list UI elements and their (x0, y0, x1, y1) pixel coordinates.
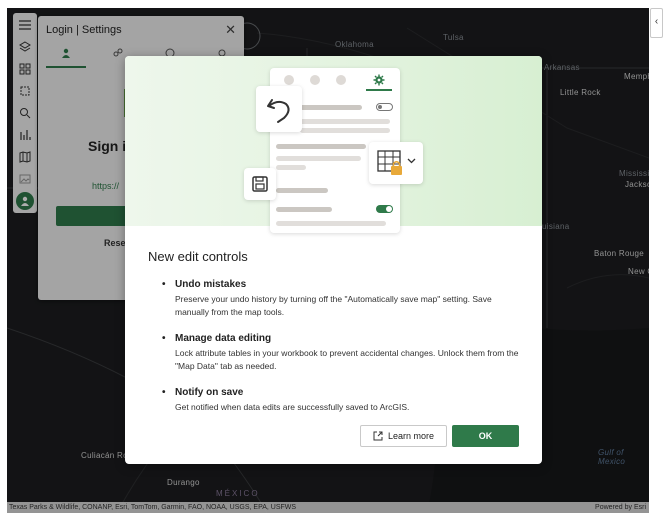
dialog-title: New edit controls (148, 249, 248, 264)
illustration-bar (300, 105, 362, 110)
illustration-bar (276, 144, 366, 149)
feature-heading: Manage data editing (175, 333, 272, 344)
gear-icon (366, 71, 392, 91)
ok-button[interactable]: OK (452, 425, 519, 447)
illustration-dot (336, 75, 346, 85)
feature-item-manage-data: • Manage data editing Lock attribute tabl… (162, 333, 522, 373)
external-link-icon (373, 431, 383, 441)
illustration-bar (276, 221, 386, 226)
dialog-hero-illustration (125, 56, 542, 233)
table-lock-icon (369, 142, 423, 184)
toggle-on-icon (376, 205, 393, 213)
undo-icon (256, 86, 302, 132)
feature-description: Get notified when data edits are success… (175, 402, 410, 412)
feature-item-notify: • Notify on save Get notified when data e… (162, 387, 522, 414)
illustration-bar (276, 207, 332, 212)
bullet: • (162, 387, 166, 398)
illustration-bar (276, 188, 328, 193)
illustration-dot (284, 75, 294, 85)
learn-more-label: Learn more (387, 431, 435, 441)
illustration-dot (310, 75, 320, 85)
new-edit-controls-dialog: New edit controls • Undo mistakes Preserv… (125, 56, 542, 464)
feature-heading: Notify on save (175, 387, 244, 398)
toggle-off-icon (376, 103, 393, 111)
app-window: Oklahoma Tulsa Arkansas Memphis Little R… (0, 0, 667, 520)
learn-more-button[interactable]: Learn more (360, 425, 447, 447)
illustration-bar (276, 165, 306, 170)
illustration-bar (276, 156, 361, 161)
illustration-bar (300, 128, 390, 133)
illustration-bar (300, 119, 390, 124)
feature-description: Lock attribute tables in your workbook t… (175, 348, 519, 371)
collapse-panel-button[interactable]: ‹ (650, 8, 663, 38)
feature-item-undo: • Undo mistakes Preserve your undo histor… (162, 279, 522, 319)
save-icon (244, 168, 276, 200)
feature-description: Preserve your undo history by turning of… (175, 294, 492, 317)
feature-heading: Undo mistakes (175, 279, 247, 290)
bullet: • (162, 279, 166, 290)
bullet: • (162, 333, 166, 344)
